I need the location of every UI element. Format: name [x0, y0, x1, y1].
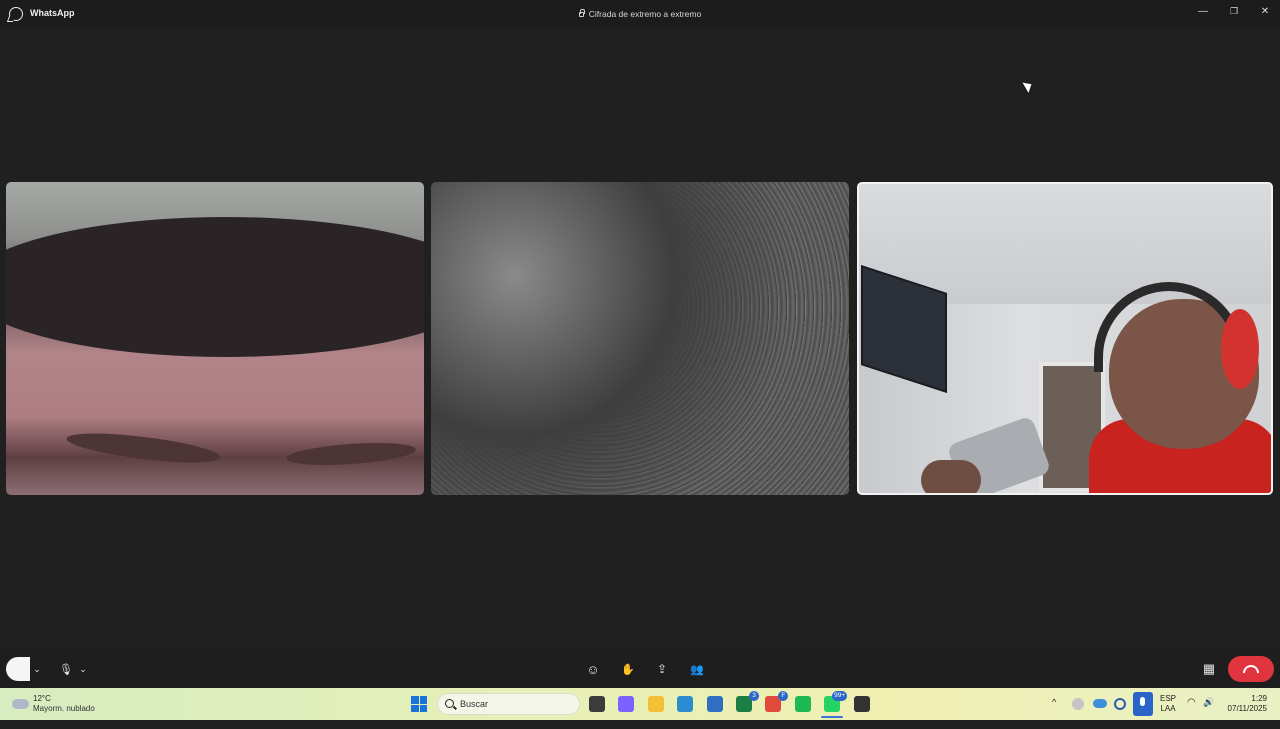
search-icon — [445, 699, 454, 708]
participant-video-3[interactable] — [857, 182, 1273, 495]
edge-icon[interactable] — [677, 696, 694, 712]
weather-description: Mayorm. nublado — [33, 704, 95, 713]
minimize-button[interactable]: — — [1192, 4, 1214, 18]
tray-app-icon[interactable] — [1072, 698, 1084, 710]
search-placeholder: Buscar — [460, 699, 489, 709]
clock[interactable]: 1:29 07/11/2025 — [1223, 694, 1267, 714]
share-screen-button[interactable]: ⇪ — [653, 658, 671, 680]
end-call-button[interactable] — [1228, 656, 1274, 682]
microphone-button[interactable]: 🎙 — [58, 658, 74, 680]
call-controls-bar: ⌄ 🎙 ⌄ ☺ ✋ ⇪ 👥 ▦ — [0, 650, 1280, 688]
microphone-options-chevron-icon[interactable]: ⌄ — [77, 658, 89, 680]
windows-taskbar: 12°C Mayorm. nublado Buscar 3 F 99+ ^ ESP … — [0, 688, 1280, 720]
lock-icon — [578, 9, 585, 17]
clock-date: 07/11/2025 — [1227, 704, 1267, 713]
sync-icon[interactable] — [1114, 698, 1126, 710]
video-detail — [65, 427, 222, 469]
volume-icon[interactable]: 🔊 — [1203, 697, 1214, 729]
participant-video-1[interactable] — [6, 182, 424, 495]
show-hidden-icons-button[interactable]: ^ — [1052, 697, 1056, 729]
keyboard-layout: LAA — [1160, 704, 1176, 713]
encryption-label: Cifrada de extremo a extremo — [588, 9, 702, 19]
video-detail — [921, 460, 981, 493]
emoji-reaction-button[interactable]: ☺ — [584, 658, 602, 680]
restore-button[interactable]: ❐ — [1223, 4, 1245, 18]
video-detail — [285, 439, 417, 469]
app-icon[interactable] — [853, 696, 870, 712]
language-indicator[interactable]: ESP LAA — [1160, 694, 1176, 714]
windows-logo-icon — [411, 696, 419, 704]
camera-toggle-button[interactable] — [6, 657, 30, 681]
end-call-icon — [1243, 665, 1259, 673]
excel-icon[interactable]: 3 — [736, 691, 759, 712]
close-button[interactable]: ✕ — [1254, 4, 1276, 18]
encryption-notice: Cifrada de extremo a extremo — [0, 9, 1280, 19]
microphone-in-use-icon[interactable] — [1133, 692, 1153, 716]
active-app-indicator — [821, 716, 844, 718]
cloud-icon — [12, 699, 29, 709]
folder-icon[interactable] — [647, 696, 664, 712]
copilot-icon[interactable] — [618, 696, 635, 712]
store-icon[interactable] — [706, 696, 723, 712]
video-detail — [1221, 309, 1259, 389]
weather-widget[interactable]: 12°C Mayorm. nublado — [12, 693, 102, 715]
raise-hand-button[interactable]: ✋ — [619, 658, 637, 680]
chrome-icon[interactable]: F — [765, 691, 789, 712]
participant-video-2[interactable] — [431, 182, 849, 495]
start-button[interactable] — [411, 696, 427, 712]
wifi-icon[interactable]: ◠ — [1187, 697, 1196, 729]
taskbar-search[interactable]: Buscar — [437, 693, 580, 715]
layout-button[interactable]: ▦ — [1200, 658, 1218, 680]
camera-options-chevron-icon[interactable]: ⌄ — [31, 658, 43, 680]
file-explorer-icon[interactable] — [589, 696, 605, 712]
onedrive-icon[interactable] — [1093, 699, 1107, 708]
windows-logo-icon — [419, 704, 427, 712]
title-bar: WhatsApp Cifrada de extremo a extremo — … — [0, 0, 1280, 28]
windows-logo-icon — [411, 704, 419, 712]
participants-button[interactable]: 👥 — [688, 658, 706, 680]
clock-time: 1:29 — [1251, 694, 1267, 703]
video-content — [6, 217, 424, 357]
notification-badge: F — [778, 691, 789, 701]
spotify-icon[interactable] — [794, 696, 811, 712]
windows-logo-icon — [419, 696, 427, 704]
notification-badge: 99+ — [832, 691, 848, 701]
whatsapp-icon[interactable]: 99+ — [821, 691, 848, 718]
language-code: ESP — [1160, 694, 1177, 703]
notification-badge: 3 — [749, 691, 759, 701]
weather-temperature: 12°C — [33, 694, 51, 703]
